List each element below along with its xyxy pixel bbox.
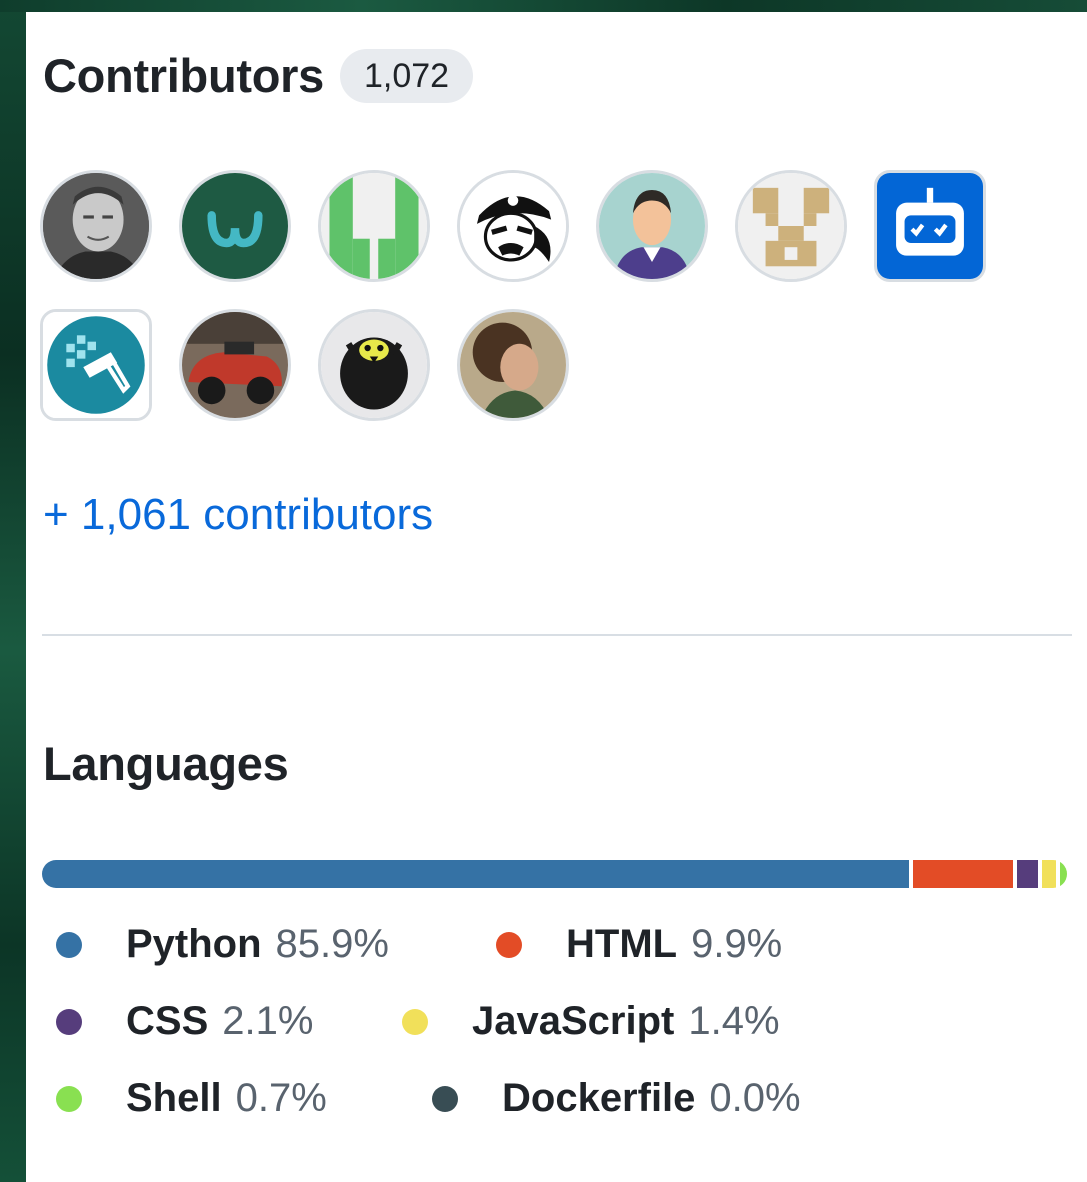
language-legend-item-html[interactable]: HTML 9.9%	[496, 922, 782, 967]
language-percent: 1.4%	[688, 999, 780, 1043]
more-contributors-link[interactable]: + 1,061 contributors	[43, 490, 433, 540]
language-name: JavaScript	[472, 999, 675, 1043]
language-legend-item-dockerfile[interactable]: Dockerfile 0.0%	[432, 1076, 801, 1121]
language-percent: 9.9%	[691, 922, 783, 966]
avatar-red-car[interactable]	[179, 309, 291, 421]
language-bar-segment-javascript[interactable]	[1041, 860, 1056, 888]
language-name: Dockerfile	[502, 1076, 696, 1120]
language-color-dot-icon	[432, 1085, 458, 1112]
background-top	[0, 0, 1087, 12]
language-legend-item-css[interactable]: CSS 2.1%	[56, 999, 313, 1044]
language-percent: 2.1%	[222, 999, 314, 1043]
contributors-count-badge: 1,072	[339, 48, 474, 103]
avatar-black-bird[interactable]	[318, 309, 430, 421]
language-color-dot-icon	[56, 1008, 82, 1035]
avatar-green-logo[interactable]	[179, 170, 291, 282]
language-bar-segment-css[interactable]	[1016, 860, 1038, 888]
contributors-header: Contributors 1,072	[43, 48, 474, 103]
language-name: HTML	[566, 922, 678, 966]
language-name: Python	[126, 922, 262, 966]
language-bar-segment-shell[interactable]	[1059, 860, 1067, 888]
language-percent: 0.0%	[709, 1076, 801, 1120]
language-legend-item-javascript[interactable]: JavaScript 1.4%	[402, 999, 780, 1044]
sidebar-panel: Contributors 1,072 + 1,061 contributors …	[26, 12, 1087, 1182]
background-strip	[0, 0, 26, 1182]
languages-bar	[42, 860, 1067, 888]
language-legend-item-shell[interactable]: Shell 0.7%	[56, 1076, 327, 1121]
contributors-title[interactable]: Contributors	[43, 48, 324, 103]
avatar-pirate[interactable]	[457, 170, 569, 282]
avatar-green-blocks[interactable]	[318, 170, 430, 282]
avatar-curly-hair[interactable]	[457, 309, 569, 421]
language-color-dot-icon	[402, 1008, 428, 1035]
language-name: Shell	[126, 1076, 222, 1120]
language-color-dot-icon	[56, 1085, 82, 1112]
section-divider	[42, 634, 1072, 636]
language-name: CSS	[126, 999, 209, 1043]
language-bar-segment-python[interactable]	[42, 860, 909, 888]
language-color-dot-icon	[56, 931, 82, 958]
language-color-dot-icon	[496, 931, 522, 958]
language-percent: 85.9%	[275, 922, 389, 966]
avatar-paint-roller[interactable]	[40, 309, 152, 421]
languages-title: Languages	[43, 737, 289, 790]
avatar-photo-man[interactable]	[40, 170, 152, 282]
avatar-robot-bot[interactable]	[874, 170, 986, 282]
language-legend-item-python[interactable]: Python 85.9%	[56, 922, 389, 967]
language-percent: 0.7%	[235, 1076, 327, 1120]
avatar-cartoon-man[interactable]	[596, 170, 708, 282]
language-bar-segment-html[interactable]	[912, 860, 1013, 888]
avatar-tan-identicon[interactable]	[735, 170, 847, 282]
